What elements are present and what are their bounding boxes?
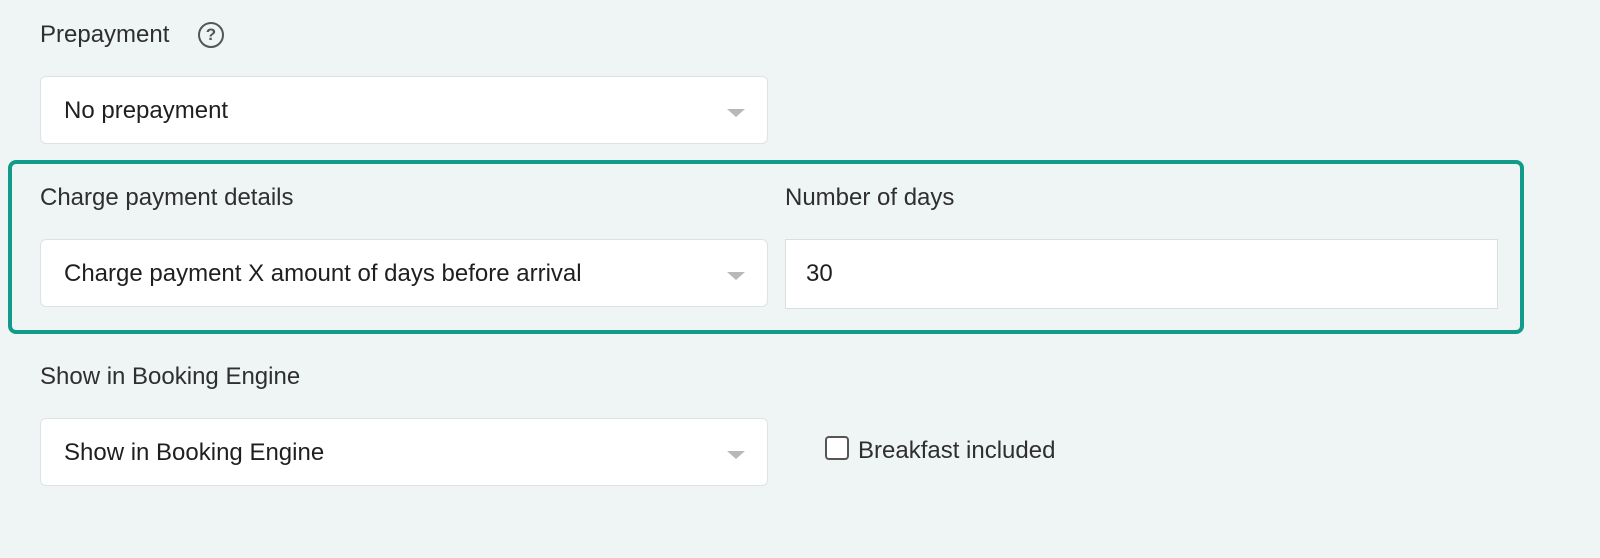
booking-engine-select[interactable]: Show in Booking Engine <box>40 418 768 486</box>
chevron-down-icon <box>727 109 745 117</box>
charge-payment-details-value: Charge payment X amount of days before a… <box>64 260 582 287</box>
chevron-down-icon <box>727 272 745 280</box>
prepayment-select[interactable]: No prepayment <box>40 76 768 144</box>
prepayment-select-value: No prepayment <box>64 97 229 124</box>
number-of-days-label: Number of days <box>785 184 955 211</box>
booking-engine-label: Show in Booking Engine <box>40 363 301 390</box>
breakfast-checkbox[interactable] <box>825 436 849 460</box>
prepayment-label: Prepayment <box>40 21 170 48</box>
charge-payment-details-label: Charge payment details <box>40 184 294 211</box>
breakfast-label[interactable]: Breakfast included <box>858 436 1055 466</box>
help-icon[interactable]: ? <box>198 22 224 48</box>
number-of-days-input[interactable] <box>785 239 1498 309</box>
booking-engine-select-value: Show in Booking Engine <box>64 439 325 466</box>
charge-payment-details-select[interactable]: Charge payment X amount of days before a… <box>40 239 768 307</box>
chevron-down-icon <box>727 451 745 459</box>
